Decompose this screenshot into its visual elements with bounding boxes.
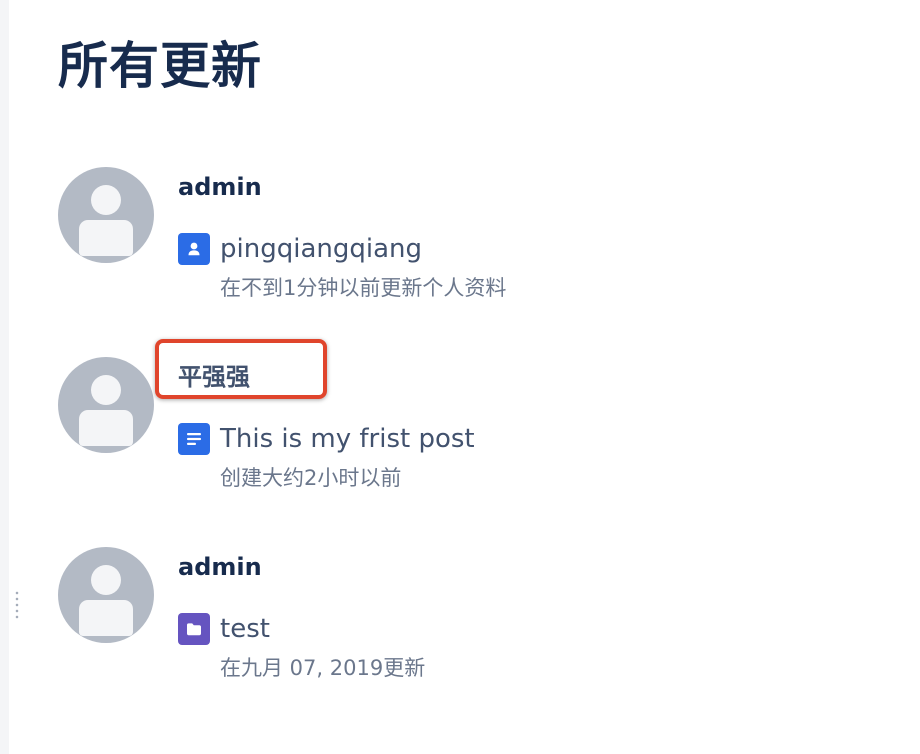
author-name[interactable]: admin: [178, 171, 262, 203]
user-profile-icon: [178, 233, 210, 265]
feed-item: admin pingqiangqiang 在不到1分钟以前更新个人资料: [58, 167, 758, 317]
content-title[interactable]: pingqiangqiang: [220, 229, 422, 269]
avatar-body-icon: [79, 600, 133, 636]
avatar-head-icon: [91, 185, 121, 215]
content-link[interactable]: test: [178, 609, 270, 649]
activity-meta: 创建大约2小时以前: [220, 466, 402, 490]
content-link[interactable]: This is my frist post: [178, 419, 475, 459]
folder-icon: [178, 613, 210, 645]
content-link[interactable]: pingqiangqiang: [178, 229, 422, 269]
feed-item: 平强强 This is my frist post 创建大约2小时以前: [58, 339, 758, 507]
page-title: 所有更新: [58, 37, 262, 95]
content-title[interactable]: test: [220, 609, 270, 649]
activity-meta: 在不到1分钟以前更新个人资料: [220, 276, 507, 300]
avatar-head-icon: [91, 565, 121, 595]
avatar-head-icon: [91, 375, 121, 405]
avatar-body-icon: [79, 220, 133, 256]
avatar[interactable]: [58, 167, 154, 263]
page-document-icon: [178, 423, 210, 455]
content-title[interactable]: This is my frist post: [220, 419, 475, 459]
activity-meta: 在九月 07, 2019更新: [220, 656, 426, 680]
avatar[interactable]: [58, 547, 154, 643]
resize-handle[interactable]: [15, 590, 19, 620]
avatar[interactable]: [58, 357, 154, 453]
feed-item: admin test 在九月 07, 2019更新: [58, 547, 758, 697]
avatar-body-icon: [79, 410, 133, 446]
author-name[interactable]: 平强强: [178, 361, 250, 393]
left-sidebar-edge: [0, 0, 9, 754]
author-name[interactable]: admin: [178, 551, 262, 583]
